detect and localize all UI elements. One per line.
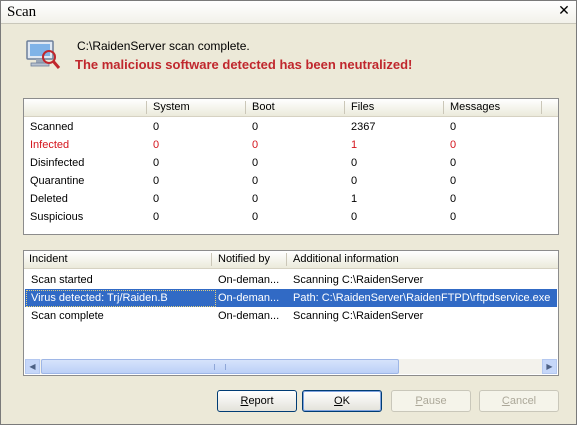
column-separator[interactable] (443, 101, 444, 114)
files-count: 0 (351, 211, 358, 223)
files-count: 1 (351, 139, 358, 151)
column-separator[interactable] (286, 253, 287, 266)
title-bar[interactable]: Scan ✕ (1, 1, 576, 24)
cancel-accesskey: C (501, 395, 510, 407)
column-header-boot[interactable]: Boot (252, 101, 275, 113)
system-count: 0 (153, 211, 160, 223)
neutralized-alert-text: The malicious software detected has been… (75, 57, 413, 72)
system-count: 0 (153, 121, 160, 133)
column-separator[interactable] (245, 101, 246, 114)
pause-accesskey: P (415, 395, 423, 407)
row-label: Deleted (30, 193, 68, 205)
statistics-header: System Boot Files Messages (24, 99, 558, 117)
messages-count: 0 (450, 175, 457, 187)
row-label: Disinfected (30, 157, 85, 169)
scan-complete-text: C:\RaidenServer scan complete. (77, 39, 250, 53)
stats-row-deleted: Deleted 0 0 1 0 (24, 193, 558, 211)
messages-count: 0 (450, 121, 457, 133)
stats-row-quarantine: Quarantine 0 0 0 0 (24, 175, 558, 193)
cancel-label: ancel (509, 395, 537, 407)
messages-count: 0 (450, 193, 457, 205)
messages-count: 0 (450, 157, 457, 169)
boot-count: 0 (252, 139, 259, 151)
system-count: 0 (153, 157, 160, 169)
column-separator[interactable] (146, 101, 147, 114)
report-button[interactable]: Report (217, 390, 297, 412)
pause-button[interactable]: Pause (391, 390, 471, 412)
computer-scan-icon (26, 40, 61, 69)
column-header-additional-info[interactable]: Additional information (293, 253, 399, 265)
scroll-right-icon[interactable]: ▶ (542, 359, 557, 374)
column-header-files[interactable]: Files (351, 101, 374, 113)
stats-row-scanned: Scanned 0 0 2367 0 (24, 121, 558, 139)
stats-row-infected: Infected 0 0 1 0 (24, 139, 558, 157)
scan-statistics-table: System Boot Files Messages Scanned 0 0 2… (23, 98, 559, 235)
incident-list-header: Incident Notified by Additional informat… (24, 251, 558, 269)
column-header-system[interactable]: System (153, 101, 190, 113)
stats-row-suspicious: Suspicious 0 0 0 0 (24, 211, 558, 229)
scroll-thumb[interactable] (41, 359, 399, 374)
pause-label: ause (422, 395, 447, 407)
boot-count: 0 (252, 211, 259, 223)
cancel-button[interactable]: Cancel (479, 390, 559, 412)
ok-accesskey: O (334, 395, 343, 407)
boot-count: 0 (252, 193, 259, 205)
incident-list: Incident Notified by Additional informat… (23, 250, 559, 376)
incident-name: Virus detected: Trj/Raiden.B (26, 290, 216, 307)
close-icon[interactable]: ✕ (556, 3, 572, 19)
incident-info: Path: C:\RaidenServer\RaidenFTPD\rftpdse… (293, 292, 551, 304)
row-label: Suspicious (30, 211, 84, 223)
files-count: 0 (351, 157, 358, 169)
incident-name: Scan started (31, 274, 93, 286)
messages-count: 0 (450, 211, 457, 223)
ok-button[interactable]: OK (302, 390, 382, 412)
incident-info: Scanning C:\RaidenServer (293, 310, 424, 322)
row-label: Scanned (30, 121, 74, 133)
report-label: eport (248, 395, 274, 407)
ok-label: K (342, 395, 350, 407)
incident-row[interactable]: Scan complete On-deman... Scanning C:\Ra… (25, 307, 557, 325)
incident-row-selected[interactable]: Virus detected: Trj/Raiden.B On-deman...… (25, 289, 557, 307)
window-title: Scan (7, 4, 37, 20)
scroll-left-icon[interactable]: ◀ (25, 359, 40, 374)
column-separator[interactable] (541, 101, 542, 114)
incident-info: Scanning C:\RaidenServer (293, 274, 424, 286)
files-count: 0 (351, 175, 358, 187)
incident-notified-by: On-deman... (218, 274, 280, 286)
stats-row-disinfected: Disinfected 0 0 0 0 (24, 157, 558, 175)
column-separator[interactable] (344, 101, 345, 114)
scan-window: Scan ✕ C:\RaidenServer scan complete. Th… (0, 0, 577, 425)
row-label: Quarantine (30, 175, 85, 187)
system-count: 0 (153, 139, 160, 151)
column-header-messages[interactable]: Messages (450, 101, 500, 113)
incident-row[interactable]: Scan started On-deman... Scanning C:\Rai… (25, 271, 557, 289)
system-count: 0 (153, 193, 160, 205)
boot-count: 0 (252, 157, 259, 169)
boot-count: 0 (252, 175, 259, 187)
incident-notified-by: On-deman... (218, 310, 280, 322)
files-count: 1 (351, 193, 358, 205)
column-header-incident[interactable]: Incident (29, 253, 68, 265)
system-count: 0 (153, 175, 160, 187)
row-label: Infected (30, 139, 70, 151)
incident-name: Scan complete (31, 310, 104, 322)
grip-icon (214, 364, 226, 370)
column-header-notified-by[interactable]: Notified by (218, 253, 270, 265)
files-count: 2367 (351, 121, 376, 133)
column-separator[interactable] (211, 253, 212, 266)
horizontal-scrollbar[interactable]: ◀ ▶ (25, 359, 557, 374)
incident-notified-by: On-deman... (218, 292, 280, 304)
messages-count: 0 (450, 139, 457, 151)
boot-count: 0 (252, 121, 259, 133)
